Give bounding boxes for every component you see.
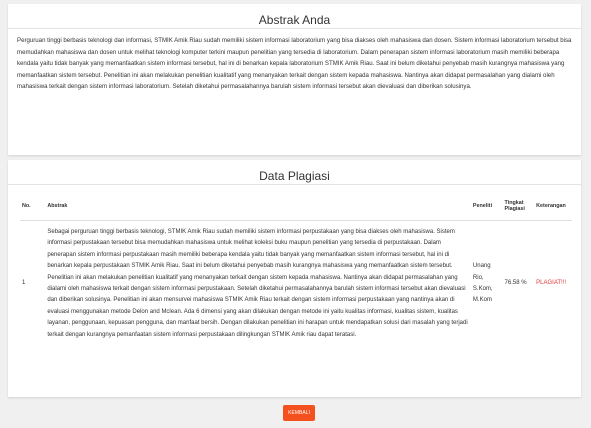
- abstract-card: Abstrak Anda Perguruan tinggi berbasis t…: [8, 4, 581, 155]
- plagiasi-table: No. Abstrak Peneliti Tingkat Plagiasi Ke…: [20, 192, 572, 347]
- row-abstrak: Sebagai perguruan tinggi berbasis teknol…: [47, 229, 468, 338]
- table-row: 1 Sebagai perguruan tinggi berbasis tekn…: [20, 221, 572, 348]
- plagiasi-card: Data Plagiasi No. Abstrak Peneliti Tingk…: [8, 160, 581, 397]
- plagiasi-card-title: Data Plagiasi: [259, 169, 330, 183]
- column-header-abstrak: Abstrak: [45, 192, 471, 221]
- table-header-row: No. Abstrak Peneliti Tingkat Plagiasi Ke…: [20, 192, 572, 221]
- column-header-no: No.: [20, 192, 46, 221]
- abstract-card-title: Abstrak Anda: [258, 13, 331, 27]
- plagiasi-divider: [8, 184, 581, 185]
- row-peneliti: Unang Rio, S.Kom, M.Kom: [472, 263, 493, 304]
- kembali-button[interactable]: KEMBALI: [283, 405, 315, 421]
- column-header-peneliti: Peneliti: [470, 192, 503, 221]
- row-tingkat-plagiasi: 76.58 %: [504, 280, 527, 287]
- abstract-text: Perguruan tinggi berbasis teknologi dan …: [17, 37, 572, 91]
- column-header-keterangan: Keterangan: [534, 192, 572, 221]
- row-no: 1: [22, 280, 26, 287]
- column-header-tingkat-plagiasi: Tingkat Plagiasi: [502, 192, 535, 221]
- row-keterangan: PLAGIAT!!!: [536, 280, 567, 287]
